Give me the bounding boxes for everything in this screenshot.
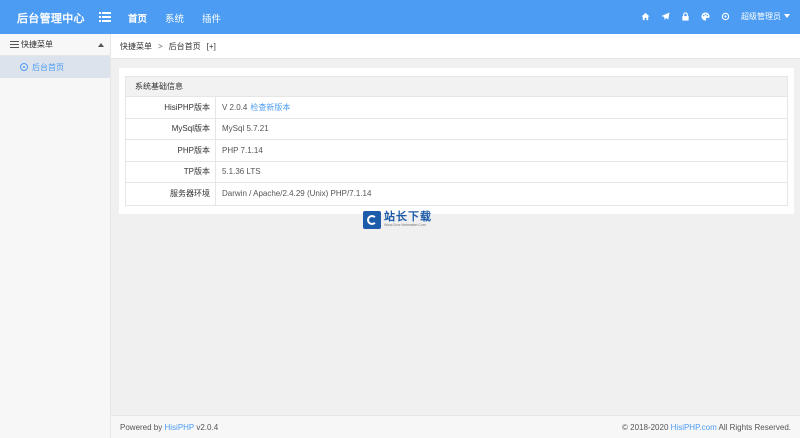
nav-home[interactable]: 首页 <box>128 11 147 25</box>
row-key: PHP版本 <box>126 140 216 161</box>
table-row: PHP版本 PHP 7.1.14 <box>126 140 787 162</box>
hisiphp-site-link[interactable]: HisiPHP.com <box>671 423 717 432</box>
chevron-up-icon <box>98 43 104 47</box>
footer: Powered by HisiPHP v2.0.4 © 2018-2020 Hi… <box>111 415 800 438</box>
top-navbar: 后台管理中心 首页 系统 插件 超级管理员 <box>0 0 800 34</box>
watermark-logo: 站长下载 Www.Zzxz.Netmaster.Com <box>363 209 440 230</box>
copyright-suffix: All Rights Reserved. <box>718 422 791 432</box>
row-value: 5.1.36 LTS <box>222 167 261 177</box>
hisiphp-link[interactable]: HisiPHP <box>164 423 194 432</box>
sidebar: 快捷菜单 后台首页 <box>0 34 111 438</box>
system-info-card: 系统基础信息 HisiPHP版本 V 2.0.4 检查新版本 MySql版本 My… <box>119 68 794 214</box>
nav-system[interactable]: 系统 <box>165 11 184 25</box>
breadcrumb-root[interactable]: 快捷菜单 <box>120 41 152 52</box>
watermark-icon <box>363 210 381 229</box>
row-value: V 2.0.4 检查新版本 <box>216 102 290 113</box>
row-key: HisiPHP版本 <box>126 97 216 118</box>
watermark-cn: 站长下载 <box>384 211 432 223</box>
app-brand: 后台管理中心 <box>17 13 85 25</box>
row-key: 服务器环境 <box>126 183 216 205</box>
sidebar-toggle-icon[interactable] <box>99 11 111 22</box>
sidebar-item-dashboard[interactable]: 后台首页 <box>0 56 110 78</box>
system-info-table: 系统基础信息 HisiPHP版本 V 2.0.4 检查新版本 MySql版本 My… <box>125 76 788 206</box>
row-key: TP版本 <box>126 161 216 182</box>
check-update-link[interactable]: 检查新版本 <box>250 103 290 112</box>
lock-icon[interactable] <box>675 9 695 23</box>
copyright-prefix: © 2018-2020 <box>622 422 669 432</box>
chevron-down-icon <box>784 14 790 18</box>
gear-icon <box>20 63 28 71</box>
footer-powered: Powered by HisiPHP v2.0.4 <box>120 423 218 432</box>
sidebar-item-label: 后台首页 <box>32 62 64 72</box>
nav-plugins[interactable]: 插件 <box>202 11 221 25</box>
breadcrumb-current: 后台首页 <box>168 41 201 51</box>
admin-name: 超级管理员 <box>741 11 781 21</box>
watermark-text: 站长下载 Www.Zzxz.Netmaster.Com <box>384 211 432 228</box>
table-row: TP版本 5.1.36 LTS <box>126 161 787 183</box>
table-row: MySql版本 MySql 5.7.21 <box>126 118 787 140</box>
breadcrumb-separator: > <box>158 41 163 51</box>
breadcrumb: 快捷菜单 > 后台首页 [+] <box>111 34 800 59</box>
table-row: HisiPHP版本 V 2.0.4 检查新版本 <box>126 97 787 119</box>
row-value: MySql 5.7.21 <box>222 124 269 134</box>
row-value: PHP 7.1.14 <box>222 145 263 155</box>
row-value: Darwin / Apache/2.4.29 (Unix) PHP/7.1.14 <box>222 189 372 199</box>
header-tools: 超级管理员 <box>635 9 790 23</box>
version-value: V 2.0.4 <box>222 102 248 112</box>
table-title: 系统基础信息 <box>126 77 787 97</box>
row-key: MySql版本 <box>126 118 216 139</box>
powered-prefix: Powered by <box>120 422 163 432</box>
table-row: 服务器环境 Darwin / Apache/2.4.29 (Unix) PHP/… <box>126 183 787 205</box>
top-nav: 首页 系统 插件 <box>128 11 239 25</box>
palette-icon[interactable] <box>695 9 715 23</box>
home-icon[interactable] <box>635 9 655 23</box>
footer-version: v2.0.4 <box>196 422 219 432</box>
sidebar-section-label: 快捷菜单 <box>21 40 53 49</box>
admin-menu[interactable]: 超级管理员 <box>741 11 790 22</box>
paper-plane-icon[interactable] <box>655 9 675 23</box>
list-icon <box>10 40 19 49</box>
add-quick-menu-button[interactable]: [+] <box>207 42 216 51</box>
footer-copyright: © 2018-2020 HisiPHP.com All Rights Reser… <box>622 423 791 432</box>
watermark-en: Www.Zzxz.Netmaster.Com <box>384 223 426 227</box>
sidebar-section-quick-menu[interactable]: 快捷菜单 <box>0 34 110 56</box>
settings-icon[interactable] <box>715 9 735 23</box>
